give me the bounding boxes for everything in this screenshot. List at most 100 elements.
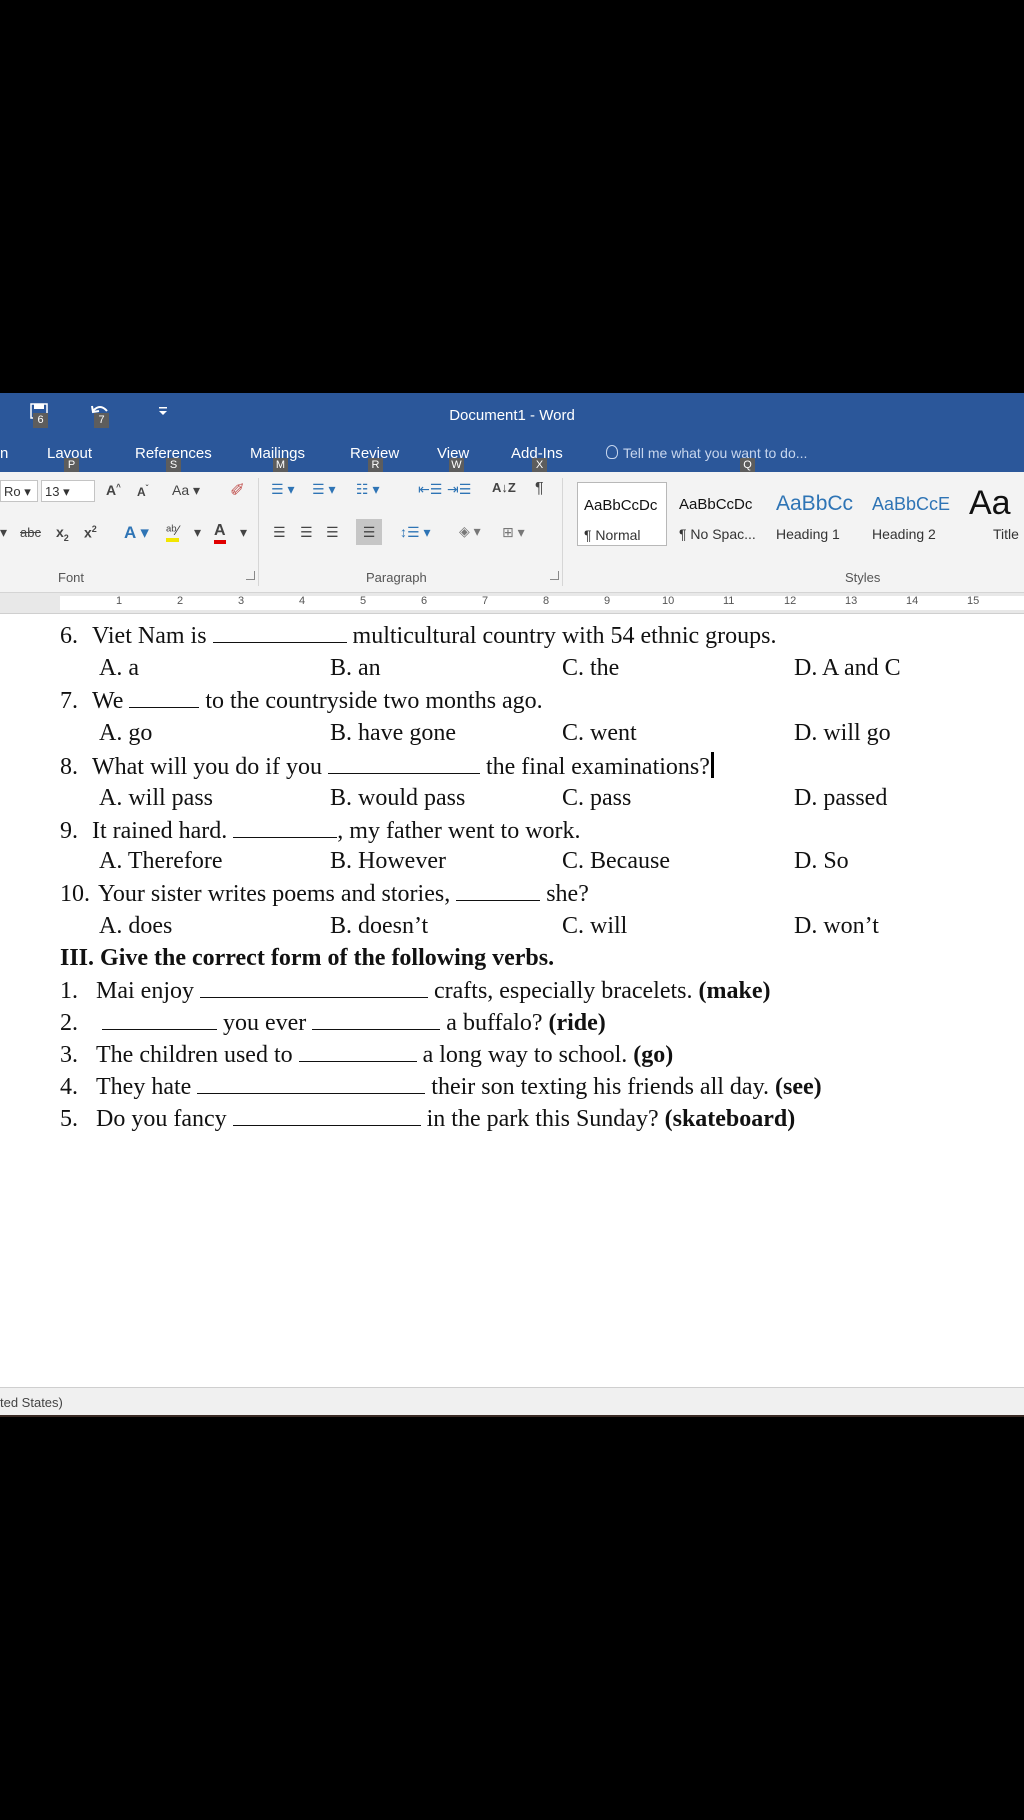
chevron-down-icon[interactable]: ▾ [194, 524, 201, 541]
verb-hint: (make) [698, 978, 771, 1004]
bullets-icon[interactable]: ☰ ▾ [271, 481, 294, 498]
ruler-number: 6 [421, 595, 428, 607]
paragraph-dialog-launcher-icon[interactable] [550, 571, 559, 580]
change-case-button[interactable]: Aa ▾ [172, 482, 200, 499]
ruler-number: 1 [116, 595, 123, 607]
style-normal[interactable]: AaBbCcDc ¶ Normal [577, 482, 667, 546]
question-text: , my father went to work. [337, 818, 581, 844]
tell-me-box[interactable]: Tell me what you want to do... [606, 445, 807, 461]
answer-blank[interactable] [312, 1009, 441, 1030]
chevron-down-icon[interactable]: ▾ [240, 524, 247, 541]
answer-blank[interactable] [102, 1009, 217, 1030]
answer-blank[interactable] [212, 622, 347, 643]
style-sample: AaBbCc [776, 492, 854, 515]
answer-blank[interactable] [197, 1073, 426, 1094]
keytip-badge: W [449, 458, 464, 472]
option-a: A. does [99, 913, 173, 939]
superscript-icon[interactable]: x2 [84, 524, 97, 541]
ruler-number: 9 [604, 595, 611, 607]
style-name: ¶ Normal [584, 527, 641, 543]
item-text: a long way to school. [422, 1042, 628, 1068]
question-number: 7. [60, 688, 78, 714]
ruler-number: 4 [299, 595, 306, 607]
question-text: What will you do if you [92, 754, 322, 780]
align-left-icon[interactable]: ☰ [273, 524, 286, 541]
question-number: 10. [60, 881, 90, 907]
verb-item-1: 1. Mai enjoy crafts, especially bracelet… [60, 977, 771, 1005]
style-sample: AaBbCcE [872, 494, 951, 514]
increase-indent-icon[interactable]: ⇥☰ [447, 481, 471, 498]
style-heading-2[interactable]: AaBbCcE Heading 2 [866, 482, 956, 546]
font-color-icon[interactable]: A [214, 522, 226, 544]
chevron-down-icon[interactable]: ▾ [0, 524, 7, 541]
option-c: C. will [562, 913, 628, 939]
group-divider [562, 478, 563, 586]
paragraph-group-label: Paragraph [366, 570, 427, 585]
tab-home[interactable]: n [0, 445, 8, 462]
answer-blank[interactable] [456, 880, 541, 901]
style-heading-1[interactable]: AaBbCc Heading 1 [770, 482, 860, 546]
ruler-number: 10 [662, 595, 675, 607]
borders-icon[interactable]: ⊞ ▾ [502, 524, 525, 541]
question-9: 9. It rained hard. , my father went to w… [60, 817, 581, 845]
ruler-number: 5 [360, 595, 367, 607]
item-number: 4. [60, 1074, 78, 1100]
numbering-icon[interactable]: ☰ ▾ [312, 481, 335, 498]
verb-item-2: 2. you ever a buffalo? (ride) [60, 1009, 606, 1037]
answer-blank[interactable] [129, 687, 200, 708]
align-right-icon[interactable]: ☰ [326, 524, 339, 541]
style-title[interactable]: Aa Title [963, 482, 1024, 546]
shrink-font-icon[interactable]: Aˇ [137, 484, 148, 499]
answer-blank[interactable] [233, 817, 338, 838]
strikethrough-button[interactable]: abc [20, 525, 41, 540]
font-name-combo[interactable]: Ro ▾ [0, 480, 38, 502]
item-text: a buffalo? [446, 1010, 543, 1036]
show-formatting-marks-icon[interactable]: ¶ [535, 480, 544, 498]
question-6: 6. Viet Nam is multicultural country wit… [60, 622, 776, 650]
question-text: to the countryside two months ago. [205, 688, 543, 714]
word-window: 6 7 Document1 - Word n Layout P Referenc… [0, 393, 1024, 1417]
ruler-number: 14 [906, 595, 919, 607]
question-text: We [92, 688, 124, 714]
clear-formatting-icon[interactable]: ✐ [230, 480, 245, 501]
question-number: 9. [60, 818, 78, 844]
answer-blank[interactable] [327, 753, 480, 774]
item-text: crafts, especially bracelets. [433, 978, 693, 1004]
document-page[interactable]: 6. Viet Nam is multicultural country wit… [0, 614, 1024, 1379]
option-d: D. won’t [794, 913, 879, 939]
shading-icon[interactable]: ◈ ▾ [459, 523, 481, 540]
question-text: It rained hard. [92, 818, 228, 844]
question-text: Your sister writes poems and stories, [98, 881, 451, 907]
subscript-icon[interactable]: x2 [56, 524, 69, 543]
align-center-icon[interactable]: ☰ [300, 524, 313, 541]
answer-blank[interactable] [199, 977, 428, 998]
highlight-icon[interactable]: ᵃᵇ⁄ [166, 522, 179, 542]
answer-blank[interactable] [298, 1041, 417, 1062]
horizontal-ruler[interactable]: 1 2 3 4 5 6 7 8 9 10 11 12 13 14 15 [0, 593, 1024, 614]
item-number: 5. [60, 1106, 78, 1132]
font-size-combo[interactable]: 13 ▾ [41, 480, 95, 502]
item-text: their son texting his friends all day. [431, 1074, 770, 1100]
style-no-spacing[interactable]: AaBbCcDc ¶ No Spac... [673, 482, 763, 546]
ruler-number: 7 [482, 595, 489, 607]
justify-icon[interactable]: ☰ [356, 519, 382, 545]
line-spacing-icon[interactable]: ↕☰ ▾ [400, 524, 430, 541]
language-indicator[interactable]: ted States) [0, 1395, 63, 1410]
multilevel-list-icon[interactable]: ☷ ▾ [356, 481, 379, 498]
question-10: 10. Your sister writes poems and stories… [60, 880, 589, 908]
answer-blank[interactable] [232, 1105, 421, 1126]
group-divider [258, 478, 259, 586]
option-b: B. would pass [330, 785, 466, 811]
tell-me-text: Tell me what you want to do... [623, 445, 808, 461]
question-text: she? [546, 881, 589, 907]
font-dialog-launcher-icon[interactable] [246, 571, 255, 580]
item-text: They hate [96, 1074, 192, 1100]
decrease-indent-icon[interactable]: ⇤☰ [418, 481, 442, 498]
verb-hint: (skateboard) [664, 1106, 796, 1132]
ribbon-tabs: n Layout P References S Mailings M Revie… [0, 437, 1024, 472]
sort-icon[interactable]: A↓Z [492, 480, 516, 495]
style-name: Heading 1 [776, 526, 840, 542]
grow-font-icon[interactable]: A^ [106, 482, 121, 498]
question-number: 6. [60, 623, 78, 649]
text-effects-icon[interactable]: A ▾ [124, 523, 149, 543]
